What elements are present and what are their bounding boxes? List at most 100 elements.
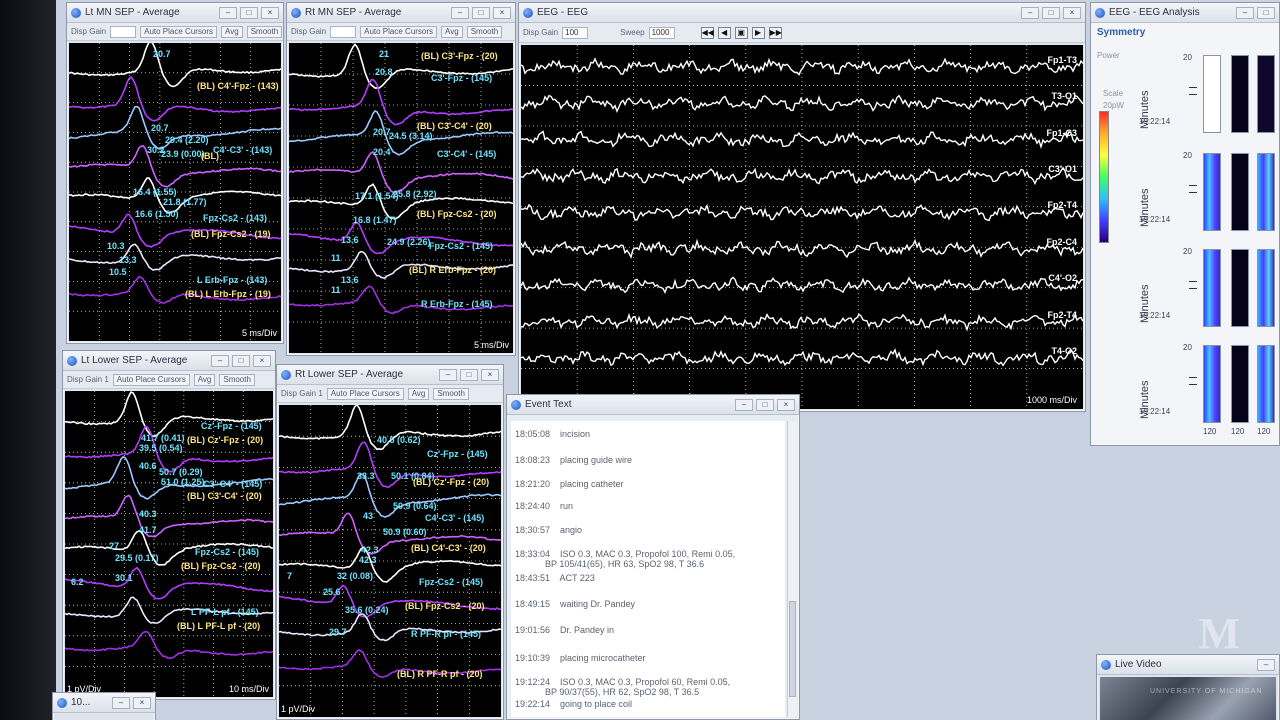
- event-entry[interactable]: 19:12:24 ISO 0.3, MAC 0.3, Propofol 60, …: [515, 677, 730, 697]
- title-bar[interactable]: 10... – ×: [53, 693, 155, 713]
- minimize-button[interactable]: –: [451, 6, 469, 19]
- eeg-window[interactable]: EEG - EEG – □ × Disp Gain 100 Sweep 1000…: [518, 2, 1086, 412]
- smooth-button[interactable]: Smooth: [219, 373, 255, 386]
- scrollbar[interactable]: [787, 421, 797, 717]
- avg-button[interactable]: Avg: [221, 25, 243, 38]
- auto-place-cursors-button[interactable]: Auto Place Cursors: [112, 373, 190, 386]
- waveform-plot[interactable]: 21 (BL) C3'-Fpz - (20) C3'-Fpz - (145) 20.8…: [289, 43, 513, 353]
- symmetry-trend-bar[interactable]: [1203, 55, 1221, 133]
- live-video-window[interactable]: Live Video –: [1096, 654, 1280, 720]
- freeze-icon[interactable]: ▣: [734, 26, 748, 39]
- avg-button[interactable]: Avg: [407, 387, 430, 400]
- maximize-button[interactable]: □: [472, 6, 490, 19]
- skip-forward-icon[interactable]: ▶▶: [768, 26, 782, 39]
- title-bar[interactable]: Lt MN SEP - Average – □ ×: [67, 3, 283, 23]
- smooth-button[interactable]: Smooth: [433, 387, 469, 400]
- close-button[interactable]: ×: [133, 696, 151, 709]
- minimized-window[interactable]: 10... – ×: [52, 692, 156, 720]
- maximize-button[interactable]: □: [232, 354, 250, 367]
- symmetry-trend-bar[interactable]: [1231, 249, 1249, 327]
- maximize-button[interactable]: □: [756, 398, 774, 411]
- auto-place-cursors-button[interactable]: Auto Place Cursors: [360, 25, 438, 38]
- event-log[interactable]: 18:05:08 incision 18:08:23 placing guide …: [511, 421, 785, 717]
- avg-button[interactable]: Avg: [193, 373, 216, 386]
- smooth-button[interactable]: Smooth: [466, 25, 503, 38]
- disp-gain-input[interactable]: [110, 25, 137, 38]
- symmetry-trend-bar[interactable]: [1257, 153, 1275, 231]
- waveform-trace[interactable]: [289, 78, 513, 126]
- lt-lower-sep-window[interactable]: Lt Lower SEP - Average – □ × Disp Gain 1…: [62, 350, 276, 700]
- event-entry[interactable]: 18:21:20 placing catheter: [515, 479, 624, 489]
- waveform-trace[interactable]: [65, 566, 273, 600]
- event-entry[interactable]: 18:08:23 placing guide wire: [515, 455, 632, 465]
- minimize-button[interactable]: –: [1236, 6, 1254, 19]
- lt-mn-sep-window[interactable]: Lt MN SEP - Average – □ × Disp Gain Auto…: [66, 2, 284, 344]
- minimize-button[interactable]: –: [1021, 6, 1039, 19]
- symmetry-trend-bar[interactable]: [1257, 249, 1275, 327]
- disp-gain-input[interactable]: [330, 25, 357, 38]
- close-button[interactable]: ×: [261, 6, 279, 19]
- close-button[interactable]: ×: [481, 368, 499, 381]
- event-entry[interactable]: 19:10:39 placing microcatheter: [515, 653, 646, 663]
- title-bar[interactable]: EEG - EEG – □ ×: [519, 3, 1085, 23]
- minimize-button[interactable]: –: [112, 696, 130, 709]
- waveform-plot[interactable]: 20.7 (BL) C4'-Fpz - (143) 20.7 29.4 (2.20) 3…: [69, 43, 281, 341]
- event-entry[interactable]: 18:43:51 ACT 223: [515, 573, 595, 583]
- smooth-button[interactable]: Smooth: [246, 25, 283, 38]
- waveform-plot[interactable]: 40.5 (0.62) Cz'-Fpz - (145) 33.3 50.1 (0.84…: [279, 405, 501, 717]
- rt-lower-sep-window[interactable]: Rt Lower SEP - Average – □ × Disp Gain 1…: [276, 364, 504, 720]
- title-bar[interactable]: Live Video –: [1097, 655, 1279, 675]
- close-button[interactable]: ×: [777, 398, 795, 411]
- symmetry-trend-bar[interactable]: [1231, 55, 1249, 133]
- waveform-trace[interactable]: [69, 243, 281, 271]
- close-button[interactable]: ×: [493, 6, 511, 19]
- eeg-channel-trace[interactable]: [521, 276, 1083, 294]
- auto-place-cursors-button[interactable]: Auto Place Cursors: [140, 25, 218, 38]
- disp-gain-input[interactable]: 100: [562, 26, 589, 39]
- rt-mn-sep-window[interactable]: Rt MN SEP - Average – □ × Disp Gain Auto…: [286, 2, 516, 356]
- close-button[interactable]: ×: [1063, 6, 1081, 19]
- close-button[interactable]: ×: [253, 354, 271, 367]
- event-entry[interactable]: 18:05:08 incision: [515, 429, 590, 439]
- event-entry[interactable]: 18:49:15 waiting Dr. Pandey: [515, 599, 635, 609]
- waveform-trace[interactable]: [69, 43, 281, 88]
- symmetry-trend-bar[interactable]: [1203, 153, 1221, 231]
- maximize-button[interactable]: □: [1042, 6, 1060, 19]
- waveform-trace[interactable]: [65, 494, 273, 538]
- minimize-button[interactable]: –: [219, 6, 237, 19]
- auto-place-cursors-button[interactable]: Auto Place Cursors: [326, 387, 404, 400]
- event-entry[interactable]: 18:30:57 angio: [515, 525, 582, 535]
- symmetry-trend-bar[interactable]: [1231, 153, 1249, 231]
- eeg-analysis-window[interactable]: EEG - EEG Analysis – □ Symmetry Power Sc…: [1090, 2, 1280, 446]
- minimize-button[interactable]: –: [1257, 658, 1275, 671]
- symmetry-trend-bar[interactable]: [1203, 345, 1221, 423]
- maximize-button[interactable]: □: [240, 6, 258, 19]
- skip-back-icon[interactable]: ◀◀: [700, 26, 714, 39]
- eeg-channel-trace[interactable]: [521, 238, 1083, 259]
- title-bar[interactable]: Lt Lower SEP - Average – □ ×: [63, 351, 275, 371]
- eeg-trace-plot[interactable]: Fp1-T3 T3-O1 Fp1-C3 C3'-O1 Fp2-T4 Fp2-C4 C4'-O…: [521, 45, 1083, 409]
- symmetry-trend-bar[interactable]: [1257, 345, 1275, 423]
- event-text-window[interactable]: Event Text – □ × 18:05:08 incision 18:08:…: [506, 394, 800, 720]
- maximize-button[interactable]: □: [460, 368, 478, 381]
- event-entry[interactable]: 18:33:04 ISO 0.3, MAC 0.3, Propofol 100,…: [515, 549, 735, 569]
- maximize-button[interactable]: □: [1257, 6, 1275, 19]
- event-entry[interactable]: 18:24:40 run: [515, 501, 573, 511]
- scroll-thumb[interactable]: [789, 601, 796, 697]
- symmetry-trend-bar[interactable]: [1257, 55, 1275, 133]
- avg-button[interactable]: Avg: [441, 25, 463, 38]
- title-bar[interactable]: Rt Lower SEP - Average – □ ×: [277, 365, 503, 385]
- step-forward-icon[interactable]: ▶: [751, 26, 765, 39]
- sweep-input[interactable]: 1000: [648, 26, 675, 39]
- step-back-icon[interactable]: ◀: [717, 26, 731, 39]
- event-entry[interactable]: 19:22:14 going to place coil: [515, 699, 632, 709]
- symmetry-trend-bar[interactable]: [1231, 345, 1249, 423]
- video-feed[interactable]: [1100, 677, 1276, 720]
- minimize-button[interactable]: –: [735, 398, 753, 411]
- symmetry-trend-bar[interactable]: [1203, 249, 1221, 327]
- title-bar[interactable]: EEG - EEG Analysis – □: [1091, 3, 1279, 23]
- minimize-button[interactable]: –: [439, 368, 457, 381]
- minimize-button[interactable]: –: [211, 354, 229, 367]
- title-bar[interactable]: Event Text – □ ×: [507, 395, 799, 415]
- event-entry[interactable]: 19:01:56 Dr. Pandey in: [515, 625, 614, 635]
